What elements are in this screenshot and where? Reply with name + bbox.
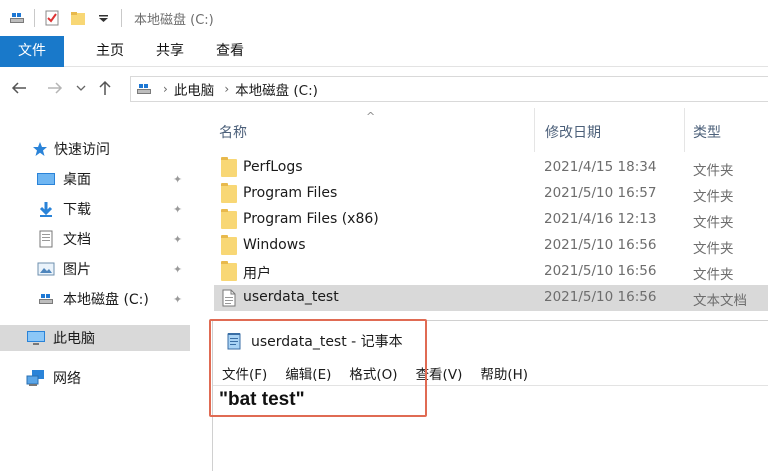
tab-home[interactable]: 主页 — [80, 36, 140, 67]
column-divider[interactable] — [684, 108, 685, 152]
star-icon — [30, 140, 50, 158]
ribbon-tabs: 文件 主页 共享 查看 — [0, 36, 768, 67]
column-divider[interactable] — [534, 108, 535, 152]
network-icon — [26, 369, 46, 387]
chevron-down-icon[interactable] — [70, 77, 92, 99]
menu-item-help[interactable]: 帮助(H) — [480, 363, 528, 383]
sidebar-item-local-disk[interactable]: 本地磁盘 (C:) ✦ — [0, 286, 190, 312]
desktop-icon — [36, 170, 56, 188]
pin-icon[interactable]: ✦ — [173, 173, 182, 186]
chevron-right-icon[interactable]: › — [163, 82, 168, 96]
tab-file[interactable]: 文件 — [0, 36, 64, 67]
sidebar-item-quick-access[interactable]: 快速访问 — [0, 136, 190, 162]
navigation-bar: › 此电脑 › 本地磁盘 (C:) — [0, 68, 768, 108]
folder-icon — [221, 183, 237, 203]
file-row[interactable]: PerfLogs 2021/4/15 18:34 文件夹 — [214, 155, 768, 181]
breadcrumb-local-disk[interactable]: 本地磁盘 (C:) — [235, 79, 318, 99]
forward-arrow-icon[interactable] — [44, 77, 66, 99]
pin-icon[interactable]: ✦ — [173, 203, 182, 216]
tab-view[interactable]: 查看 — [200, 36, 260, 67]
file-row[interactable]: Windows 2021/5/10 16:56 文件夹 — [214, 233, 768, 259]
drive-icon — [36, 290, 56, 308]
text-file-icon — [221, 289, 237, 307]
document-icon — [36, 230, 56, 248]
folder-icon — [221, 261, 237, 281]
pin-icon[interactable]: ✦ — [173, 233, 182, 246]
back-arrow-icon[interactable] — [8, 77, 30, 99]
title-bar: 本地磁盘 (C:) — [0, 0, 768, 36]
navigation-pane: 快速访问 桌面 ✦ 下载 ✦ 文档 ✦ 图片 ✦ 本地磁盘 (C:) ✦ 此电脑… — [0, 110, 190, 471]
download-icon — [36, 200, 56, 218]
breadcrumb-this-pc[interactable]: 此电脑 — [174, 79, 215, 99]
new-folder-icon[interactable] — [69, 9, 87, 27]
file-row-selected[interactable]: userdata_test 2021/5/10 16:56 文本文档 — [214, 285, 768, 311]
folder-icon — [221, 209, 237, 229]
sidebar-item-network[interactable]: 网络 — [0, 365, 190, 391]
tab-share[interactable]: 共享 — [140, 36, 200, 67]
drive-icon — [8, 9, 26, 27]
pin-icon[interactable]: ✦ — [173, 293, 182, 306]
properties-icon[interactable] — [43, 9, 61, 27]
sidebar-item-downloads[interactable]: 下载 ✦ — [0, 196, 190, 222]
drive-icon — [135, 80, 153, 98]
address-bar[interactable]: › 此电脑 › 本地磁盘 (C:) — [130, 76, 768, 102]
divider — [121, 9, 122, 27]
picture-icon — [36, 260, 56, 278]
column-headers: ^ 名称 修改日期 类型 — [214, 108, 768, 152]
sort-ascending-icon: ^ — [366, 110, 376, 123]
chevron-right-icon[interactable]: › — [224, 82, 229, 96]
up-arrow-icon[interactable] — [94, 77, 116, 99]
sidebar-item-documents[interactable]: 文档 ✦ — [0, 226, 190, 252]
sidebar-item-pictures[interactable]: 图片 ✦ — [0, 256, 190, 282]
customize-toolbar-icon[interactable] — [95, 9, 113, 27]
file-row[interactable]: Program Files 2021/5/10 16:57 文件夹 — [214, 181, 768, 207]
column-header-name[interactable]: 名称 — [219, 122, 247, 142]
folder-icon — [221, 157, 237, 177]
file-row[interactable]: 用户 2021/5/10 16:56 文件夹 — [214, 259, 768, 285]
sidebar-item-desktop[interactable]: 桌面 ✦ — [0, 166, 190, 192]
file-row[interactable]: Program Files (x86) 2021/4/16 12:13 文件夹 — [214, 207, 768, 233]
highlight-box — [209, 319, 427, 417]
sidebar-item-this-pc[interactable]: 此电脑 — [0, 325, 190, 351]
column-header-type[interactable]: 类型 — [693, 122, 721, 142]
computer-icon — [26, 329, 46, 347]
window-title: 本地磁盘 (C:) — [134, 12, 214, 28]
divider — [34, 9, 35, 27]
pin-icon[interactable]: ✦ — [173, 263, 182, 276]
column-header-modified[interactable]: 修改日期 — [545, 122, 601, 142]
folder-icon — [221, 235, 237, 255]
